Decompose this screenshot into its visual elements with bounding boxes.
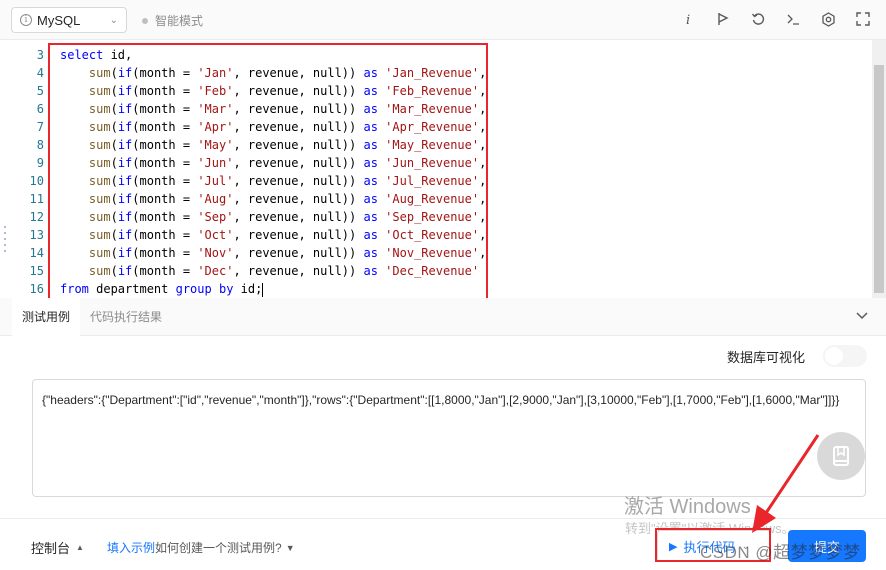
db-visualization-label: 数据库可视化 bbox=[727, 350, 806, 365]
line-number: 9 bbox=[36, 156, 44, 170]
line-number: 16 bbox=[29, 282, 44, 296]
console-toggle[interactable]: 控制台 ▲ bbox=[31, 538, 84, 557]
terminal-icon[interactable] bbox=[784, 8, 802, 30]
info-circle-icon: i bbox=[20, 14, 32, 26]
reset-icon[interactable] bbox=[749, 8, 767, 30]
tab-test-case[interactable]: 测试用例 bbox=[12, 298, 81, 336]
toolbar-icons: i bbox=[679, 8, 872, 30]
how-to-label: 如何创建一个测试用例? bbox=[155, 541, 282, 555]
code-highlight-box bbox=[48, 43, 488, 301]
notebook-button[interactable] bbox=[817, 432, 865, 480]
editor-toolbar: i MySQL ⌄ 智能模式 i bbox=[0, 0, 886, 40]
bookmark-icon bbox=[833, 446, 849, 466]
test-case-input[interactable]: {"headers":{"Department":["id","revenue"… bbox=[32, 379, 866, 497]
language-label: MySQL bbox=[37, 12, 81, 28]
flag-icon[interactable] bbox=[714, 8, 732, 30]
line-number: 3 bbox=[36, 48, 44, 62]
language-select[interactable]: i MySQL ⌄ bbox=[11, 7, 127, 33]
line-number: 5 bbox=[36, 84, 44, 98]
collapse-chevron-icon[interactable] bbox=[856, 309, 868, 323]
line-number: 14 bbox=[29, 246, 44, 260]
smart-mode-dot bbox=[142, 17, 148, 24]
caret-up-icon: ▲ bbox=[76, 543, 84, 552]
db-visualization-toggle[interactable] bbox=[823, 345, 867, 367]
info-icon[interactable]: i bbox=[679, 8, 697, 30]
line-number: 11 bbox=[29, 192, 44, 206]
smart-mode-toggle[interactable]: 智能模式 bbox=[142, 12, 203, 29]
test-tabs: 测试用例 代码执行结果 bbox=[0, 298, 886, 336]
csdn-watermark: CSDN @超梦梦梦梦 bbox=[700, 543, 861, 562]
toggle-knob bbox=[825, 347, 843, 365]
line-number: 4 bbox=[36, 66, 44, 80]
smart-mode-label: 智能模式 bbox=[155, 14, 204, 28]
line-number: 6 bbox=[36, 102, 44, 116]
line-number: 10 bbox=[29, 174, 44, 188]
caret-down-icon: ▼ bbox=[285, 542, 295, 553]
settings-icon[interactable] bbox=[819, 8, 837, 30]
line-number: 7 bbox=[36, 120, 44, 134]
editor-scrollbar-thumb[interactable] bbox=[874, 65, 884, 293]
line-number: 13 bbox=[29, 228, 44, 242]
line-number: 12 bbox=[29, 210, 44, 224]
windows-watermark-title: 激活 Windows bbox=[624, 496, 751, 518]
drag-handle-icon[interactable] bbox=[4, 226, 7, 256]
tab-run-result[interactable]: 代码执行结果 bbox=[80, 298, 172, 336]
line-number: 8 bbox=[36, 138, 44, 152]
fill-example-link[interactable]: 填入示例 bbox=[107, 539, 155, 556]
line-number: 15 bbox=[29, 264, 44, 278]
fullscreen-icon[interactable] bbox=[854, 8, 872, 30]
how-to-create-test-case[interactable]: 如何创建一个测试用例? ▼ bbox=[155, 539, 295, 556]
chevron-down-icon: ⌄ bbox=[109, 14, 118, 26]
console-label: 控制台 bbox=[31, 541, 71, 556]
svg-text:i: i bbox=[686, 13, 690, 26]
